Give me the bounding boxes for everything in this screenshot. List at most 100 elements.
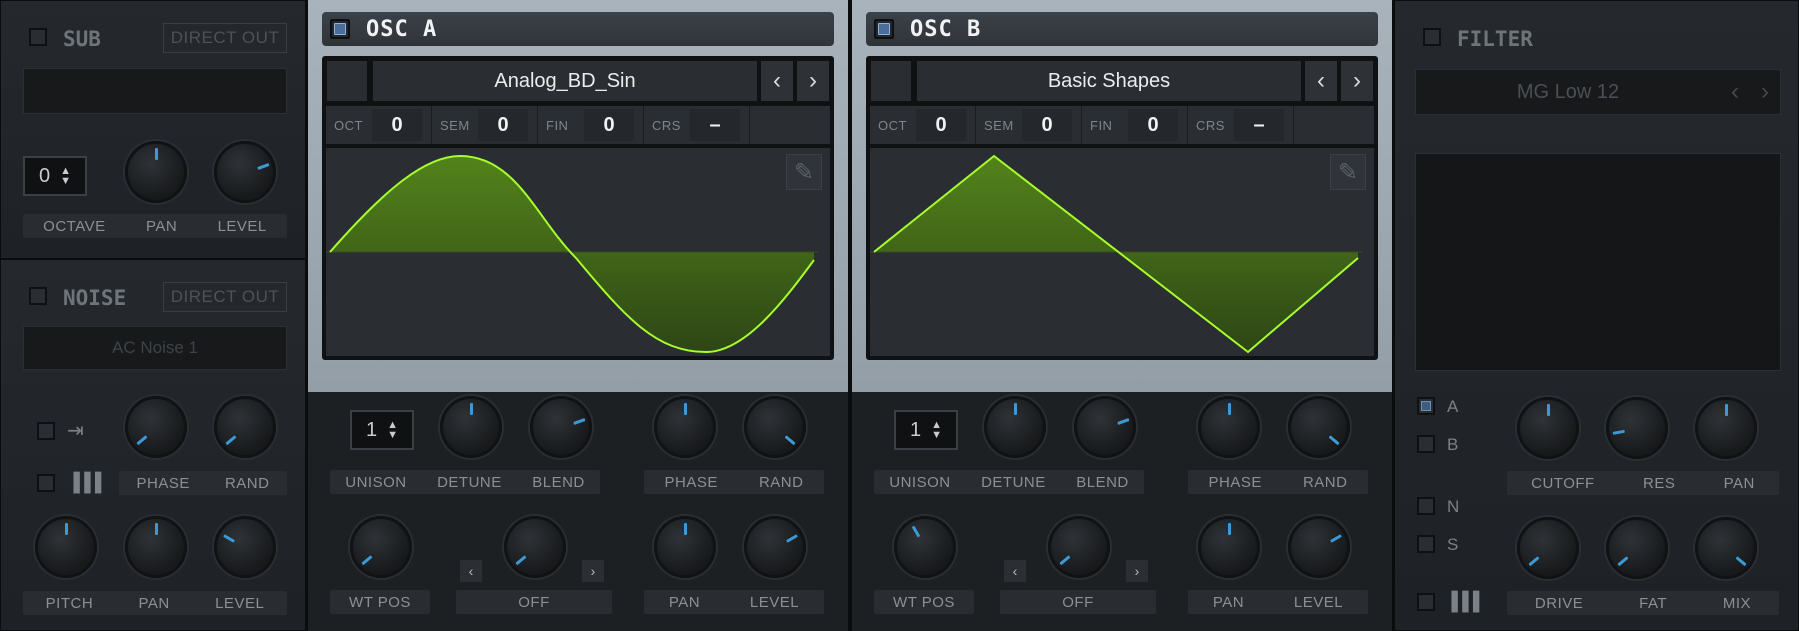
osc-a-fin-param[interactable]: FIN 0 (538, 106, 644, 144)
noise-direct-out-button[interactable]: DIRECT OUT (163, 282, 287, 312)
osc-b-row1-label-bar-left: UNISON DETUNE BLEND (874, 470, 1144, 494)
osc-a-waveform-view[interactable]: ✎ (326, 148, 830, 356)
osc-b-pan-knob[interactable] (1198, 516, 1260, 578)
osc-a-phase-knob[interactable] (654, 396, 716, 458)
filter-route-s-toggle[interactable] (1417, 535, 1435, 553)
noise-pan-knob[interactable] (125, 516, 187, 578)
osc-b-phase-knob[interactable] (1198, 396, 1260, 458)
chevron-right-icon[interactable]: › (796, 60, 830, 102)
chevron-left-icon[interactable]: ‹ (1720, 78, 1750, 106)
osc-b-enable-toggle[interactable] (874, 19, 894, 39)
sub-pan-label: PAN (145, 217, 178, 235)
noise-rand-knob[interactable] (214, 396, 276, 458)
filter-route-n-toggle[interactable] (1417, 497, 1435, 515)
osc-b-waveform-view[interactable]: ✎ (870, 148, 1374, 356)
filter-route-b-toggle[interactable] (1417, 435, 1435, 453)
sub-pan-knob[interactable] (125, 141, 187, 203)
osc-a-unison-spinner[interactable]: 1 ▲ ▼ (350, 410, 414, 450)
pencil-icon[interactable]: ✎ (786, 154, 822, 190)
osc-b-wtpos-knob[interactable] (894, 516, 956, 578)
filter-pan-knob[interactable] (1695, 397, 1757, 459)
filter-drive-knob[interactable] (1517, 517, 1579, 579)
osc-b-sem-value[interactable]: 0 (1022, 109, 1072, 141)
chevron-right-icon[interactable]: › (1340, 60, 1374, 102)
chevron-right-icon[interactable]: › (1750, 78, 1780, 106)
noise-enable-toggle[interactable] (29, 287, 47, 305)
osc-b-preset-name[interactable]: Basic Shapes (916, 60, 1302, 102)
osc-a-warp-knob[interactable] (504, 516, 566, 578)
osc-b-rand-knob[interactable] (1288, 396, 1350, 458)
noise-preset-name: AC Noise 1 (112, 338, 198, 357)
sub-level-knob[interactable] (214, 141, 276, 203)
osc-b-level-knob[interactable] (1288, 516, 1350, 578)
osc-b-detune-knob[interactable] (984, 396, 1046, 458)
osc-b-fin-value[interactable]: 0 (1128, 109, 1178, 141)
sub-direct-out-button[interactable]: DIRECT OUT (163, 23, 287, 53)
osc-b-row2-label-bar-right: PAN LEVEL (1188, 590, 1368, 614)
osc-a-enable-toggle[interactable] (330, 19, 350, 39)
osc-b-crs-value[interactable]: – (1234, 109, 1284, 141)
osc-a-sem-value[interactable]: 0 (478, 109, 528, 141)
osc-b-oct-param[interactable]: OCT 0 (870, 106, 976, 144)
chevron-left-icon[interactable]: ‹ (1304, 60, 1338, 102)
osc-a-oct-param[interactable]: OCT 0 (326, 106, 432, 144)
osc-b-title: OSC B (910, 16, 982, 42)
osc-b-blend-knob[interactable] (1074, 396, 1136, 458)
filter-cutoff-knob[interactable] (1517, 397, 1579, 459)
osc-a-wtpos-knob[interactable] (350, 516, 412, 578)
noise-keytrack-toggle[interactable] (37, 474, 55, 492)
filter-res-label: RES (1642, 474, 1676, 492)
filter-type-display[interactable]: MG Low 12 ‹ › (1415, 69, 1781, 115)
osc-b-warp-mode-label: OFF (1062, 593, 1094, 611)
osc-a-blend-knob[interactable] (530, 396, 592, 458)
noise-level-knob[interactable] (214, 516, 276, 578)
filter-route-a-toggle[interactable] (1417, 397, 1435, 415)
filter-fat-label: FAT (1639, 594, 1668, 612)
sub-octave-spinner[interactable]: 0 ▲ ▼ (23, 156, 87, 196)
chevron-left-icon[interactable]: ‹ (1004, 560, 1026, 582)
osc-a-warp-mode-bar[interactable]: OFF (456, 590, 612, 614)
sub-enable-toggle[interactable] (29, 28, 47, 46)
osc-b-wavetable-menu-button[interactable] (870, 60, 912, 102)
chevron-right-icon[interactable]: › (582, 560, 604, 582)
osc-a-level-knob[interactable] (744, 516, 806, 578)
osc-b-warp-mode-bar[interactable]: OFF (1000, 590, 1156, 614)
noise-phase-knob[interactable] (125, 396, 187, 458)
osc-a-detune-knob[interactable] (440, 396, 502, 458)
chevron-left-icon[interactable]: ‹ (760, 60, 794, 102)
chevron-right-icon[interactable]: › (1126, 560, 1148, 582)
sub-level-label: LEVEL (217, 217, 267, 235)
sub-panel: SUB DIRECT OUT 0 ▲ ▼ OCTAVE PAN LEVEL (0, 0, 306, 259)
osc-b-sem-param[interactable]: SEM 0 (976, 106, 1082, 144)
osc-b-crs-param[interactable]: CRS – (1188, 106, 1294, 144)
noise-preset-display[interactable]: AC Noise 1 (23, 326, 287, 370)
osc-a-fin-value[interactable]: 0 (584, 109, 634, 141)
osc-a-preset-name[interactable]: Analog_BD_Sin (372, 60, 758, 102)
osc-b-unison-spinner[interactable]: 1 ▲ ▼ (894, 410, 958, 450)
osc-a-sem-param[interactable]: SEM 0 (432, 106, 538, 144)
osc-a-rand-knob[interactable] (744, 396, 806, 458)
osc-b-warp-knob[interactable] (1048, 516, 1110, 578)
filter-mix-knob[interactable] (1695, 517, 1757, 579)
noise-pitch-knob[interactable] (35, 516, 97, 578)
osc-b-fin-param[interactable]: FIN 0 (1082, 106, 1188, 144)
sub-octave-value: 0 (38, 164, 51, 187)
filter-res-knob[interactable] (1606, 397, 1668, 459)
sub-title: SUB (63, 27, 101, 51)
osc-a-pan-knob[interactable] (654, 516, 716, 578)
chevron-left-icon[interactable]: ‹ (460, 560, 482, 582)
filter-enable-toggle[interactable] (1423, 28, 1441, 46)
filter-keytrack-toggle[interactable] (1417, 593, 1435, 611)
osc-a-phase-label: PHASE (664, 473, 718, 491)
osc-a-oct-value[interactable]: 0 (372, 109, 422, 141)
noise-retrigger-toggle[interactable] (37, 422, 55, 440)
noise-phase-label: PHASE (136, 474, 190, 492)
pencil-icon[interactable]: ✎ (1330, 154, 1366, 190)
osc-b-oct-value[interactable]: 0 (916, 109, 966, 141)
filter-fat-knob[interactable] (1606, 517, 1668, 579)
filter-route-a-label: A (1447, 397, 1459, 416)
osc-a-wavetable-menu-button[interactable] (326, 60, 368, 102)
osc-a-crs-value[interactable]: – (690, 109, 740, 141)
osc-a-warp-mode-label: OFF (518, 593, 550, 611)
osc-a-crs-param[interactable]: CRS – (644, 106, 750, 144)
